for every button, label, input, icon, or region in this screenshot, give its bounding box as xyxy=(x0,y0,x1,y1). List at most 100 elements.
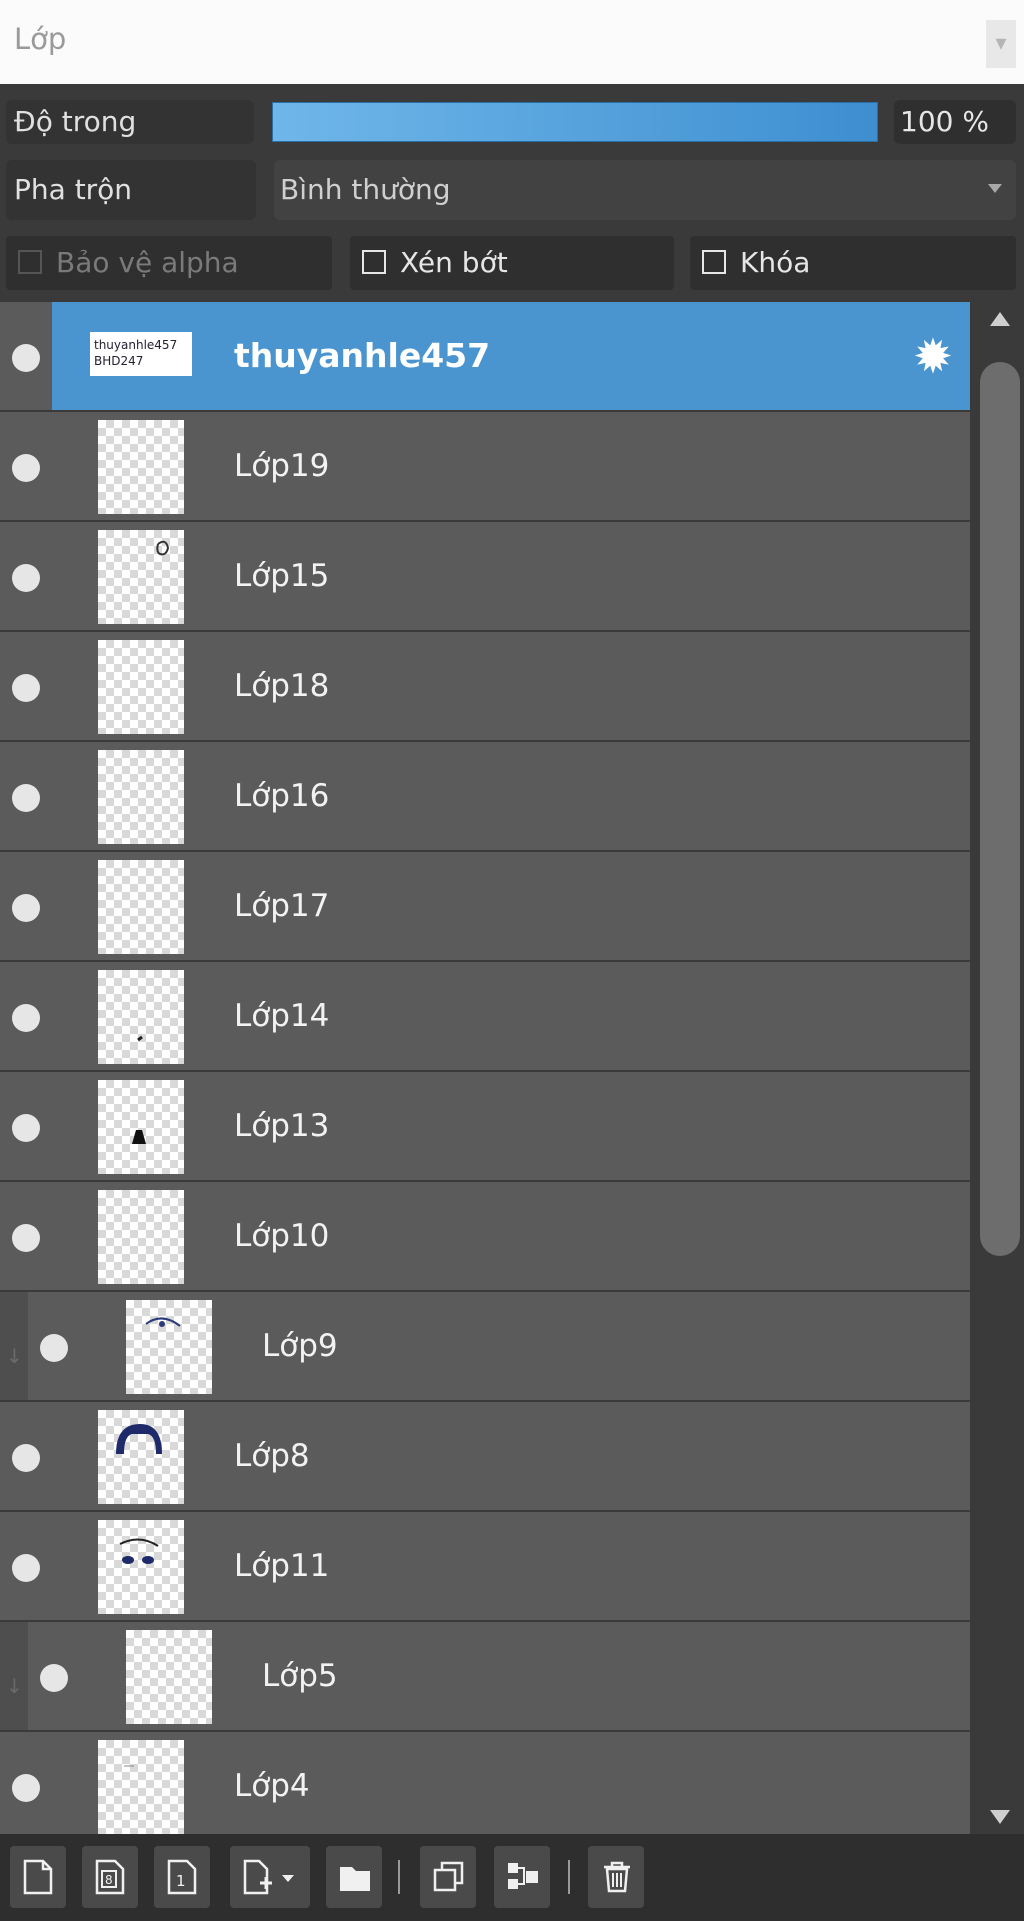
layer-thumbnail xyxy=(98,530,184,624)
new-8bit-layer-icon: 8 xyxy=(95,1859,125,1895)
layer-row[interactable]: Lớp4 xyxy=(0,1732,970,1834)
layer-row[interactable]: Lớp16 xyxy=(0,742,970,852)
checkbox-box xyxy=(18,250,42,274)
clip-label: Xén bớt xyxy=(400,246,508,279)
add-special-layer-icon xyxy=(243,1859,294,1895)
layer-thumbnail xyxy=(126,1300,212,1394)
visibility-toggle-icon[interactable] xyxy=(12,894,40,922)
layer-row[interactable]: ↓ Lớp5 xyxy=(0,1622,970,1732)
duplicate-layer-icon xyxy=(433,1861,464,1892)
layer-name: Lớp11 xyxy=(234,1548,330,1584)
toolbar-divider xyxy=(568,1860,570,1894)
scroll-down-icon[interactable] xyxy=(990,1810,1010,1824)
layer-row[interactable]: Lớp11 xyxy=(0,1512,970,1622)
svg-text:1: 1 xyxy=(176,1872,186,1890)
layer-row[interactable]: Lớp17 xyxy=(0,852,970,962)
layer-name: Lớp4 xyxy=(234,1768,310,1804)
toolbar-divider xyxy=(398,1860,400,1894)
merge-down-icon xyxy=(508,1863,538,1889)
blend-label: Pha trộn xyxy=(6,160,256,220)
new-layer-button[interactable] xyxy=(10,1846,66,1908)
new-1bit-layer-button[interactable]: 1 xyxy=(154,1846,210,1908)
visibility-toggle-icon[interactable] xyxy=(12,1114,40,1142)
layer-name: Lớp10 xyxy=(234,1218,330,1254)
add-special-layer-button[interactable] xyxy=(230,1846,310,1908)
layer-toolbar: 8 1 xyxy=(0,1834,1024,1921)
layer-name: Lớp5 xyxy=(262,1658,338,1694)
layer-row[interactable]: Lớp10 xyxy=(0,1182,970,1292)
panel-titlebar: Lớp ▾ xyxy=(0,0,1024,84)
thumb-sketch xyxy=(124,1765,134,1767)
visibility-toggle-icon[interactable] xyxy=(12,344,40,372)
layer-thumbnail xyxy=(98,860,184,954)
scrollbar-thumb[interactable] xyxy=(980,362,1020,1256)
layer-name: thuyanhle457 xyxy=(234,336,491,375)
blend-mode-select[interactable]: Bình thường xyxy=(274,160,1016,220)
layer-row[interactable]: Lớp15 xyxy=(0,522,970,632)
visibility-toggle-icon[interactable] xyxy=(12,564,40,592)
scroll-up-icon[interactable] xyxy=(990,312,1010,326)
layer-name: Lớp17 xyxy=(234,888,330,924)
new-8bit-layer-button[interactable]: 8 xyxy=(82,1846,138,1908)
visibility-toggle-icon[interactable] xyxy=(12,1004,40,1032)
layer-thumbnail xyxy=(98,420,184,514)
text-thumbnail-graphic: thuyanhle457 BHD247 xyxy=(90,332,192,376)
delete-layer-icon xyxy=(604,1861,630,1893)
visibility-toggle-icon[interactable] xyxy=(12,454,40,482)
lock-label: Khóa xyxy=(740,246,811,279)
opacity-value[interactable]: 100 % xyxy=(894,100,1016,144)
visibility-toggle-icon[interactable] xyxy=(12,1224,40,1252)
layer-name: Lớp8 xyxy=(234,1438,310,1474)
delete-layer-button[interactable] xyxy=(588,1846,644,1908)
thumb-sketch xyxy=(132,1130,146,1144)
gear-icon[interactable]: ✹ xyxy=(908,332,958,382)
opacity-slider[interactable] xyxy=(272,102,878,142)
visibility-toggle-icon[interactable] xyxy=(12,1554,40,1582)
layer-name: Lớp18 xyxy=(234,668,330,704)
thumb-sketch xyxy=(145,1317,181,1327)
clip-arrow-icon: ↓ xyxy=(6,1674,23,1698)
visibility-toggle-icon[interactable] xyxy=(12,784,40,812)
layer-thumbnail xyxy=(98,1410,184,1504)
layer-row[interactable]: Lớp14 xyxy=(0,962,970,1072)
merge-down-button[interactable] xyxy=(494,1846,550,1908)
protect-alpha-label: Bảo vệ alpha xyxy=(56,246,239,279)
visibility-toggle-icon[interactable] xyxy=(12,1444,40,1472)
thumb-sketch xyxy=(116,1424,162,1454)
checkbox-box xyxy=(362,250,386,274)
layer-row[interactable]: ↓ Lớp9 xyxy=(0,1292,970,1402)
layer-row[interactable]: Lớp13 xyxy=(0,1072,970,1182)
visibility-toggle-icon[interactable] xyxy=(40,1334,68,1362)
layer-name: Lớp15 xyxy=(234,558,330,594)
thumb-text-line2: BHD247 xyxy=(94,354,143,368)
layer-row[interactable]: Lớp8 xyxy=(0,1402,970,1512)
layer-name: Lớp19 xyxy=(234,448,330,484)
layer-row[interactable]: thuyanhle457 BHD247 thuyanhle457 ✹ xyxy=(0,302,970,412)
thumb-sketch xyxy=(156,540,170,556)
layer-row[interactable]: Lớp19 xyxy=(0,412,970,522)
checkbox-box xyxy=(702,250,726,274)
panel-title: Lớp xyxy=(14,22,67,56)
layer-thumbnail xyxy=(98,1740,184,1834)
clip-checkbox[interactable]: Xén bớt xyxy=(350,236,674,290)
layer-row[interactable]: Lớp18 xyxy=(0,632,970,742)
opacity-label: Độ trong xyxy=(6,100,254,144)
protect-alpha-checkbox[interactable]: Bảo vệ alpha xyxy=(6,236,332,290)
layer-name: Lớp16 xyxy=(234,778,330,814)
layer-list-scrollbar[interactable] xyxy=(976,302,1024,1834)
thumb-sketch xyxy=(119,1538,159,1564)
visibility-toggle-icon[interactable] xyxy=(12,1774,40,1802)
layer-name: Lớp13 xyxy=(234,1108,330,1144)
layer-thumbnail xyxy=(98,640,184,734)
visibility-toggle-icon[interactable] xyxy=(40,1664,68,1692)
panel-pin-icon[interactable]: ▾ xyxy=(986,20,1016,68)
svg-text:8: 8 xyxy=(105,1873,113,1887)
duplicate-layer-button[interactable] xyxy=(420,1846,476,1908)
layer-thumbnail: thuyanhle457 BHD247 xyxy=(90,332,192,376)
layer-thumbnail xyxy=(98,970,184,1064)
lock-checkbox[interactable]: Khóa xyxy=(690,236,1016,290)
chevron-down-icon xyxy=(988,184,1002,193)
layer-thumbnail xyxy=(98,1190,184,1284)
visibility-toggle-icon[interactable] xyxy=(12,674,40,702)
new-folder-button[interactable] xyxy=(326,1846,382,1908)
